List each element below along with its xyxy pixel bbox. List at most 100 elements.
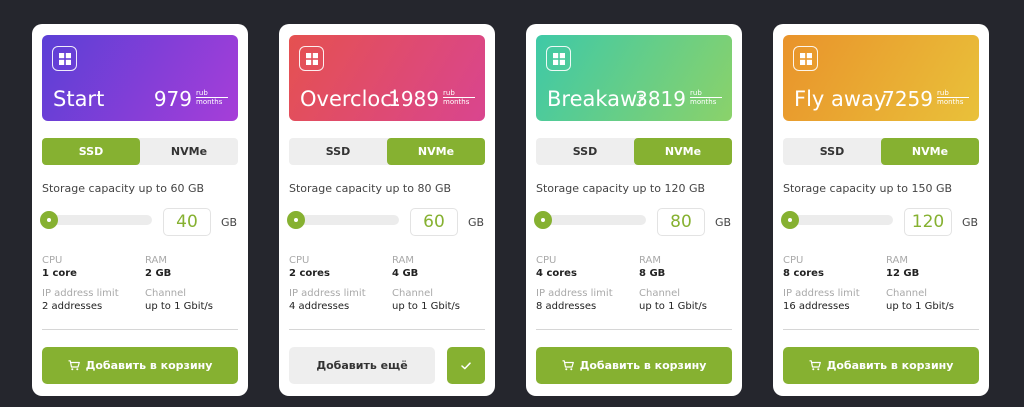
price-unit-period: months bbox=[443, 97, 475, 106]
spec-value: up to 1 Gbit/s bbox=[392, 301, 460, 312]
plan-name: Start bbox=[53, 87, 105, 111]
price-unit-currency: rub bbox=[690, 89, 702, 97]
slider-handle[interactable] bbox=[534, 211, 552, 229]
plan-cards: Start 979 rub months SSD NVMe Storage ca… bbox=[0, 0, 1024, 407]
spec-ram: RAM 2 GB bbox=[145, 254, 171, 281]
spec-label: Channel bbox=[145, 288, 187, 299]
spec-label: Channel bbox=[639, 288, 681, 299]
slider-handle[interactable] bbox=[287, 211, 305, 229]
add-to-cart-button[interactable]: Добавить в корзину bbox=[783, 347, 979, 384]
plan-header: Start 979 rub months bbox=[42, 35, 238, 121]
spec-value: 2 cores bbox=[289, 268, 330, 279]
price-unit-period: months bbox=[196, 97, 228, 106]
slider-handle[interactable] bbox=[781, 211, 799, 229]
add-more-button[interactable]: Добавить ещё bbox=[289, 347, 435, 384]
price-unit-currency: rub bbox=[196, 89, 208, 97]
price-unit-currency: rub bbox=[443, 89, 455, 97]
spec-label: Channel bbox=[392, 288, 434, 299]
storage-option-nvme[interactable]: NVMe bbox=[881, 138, 979, 165]
price-unit-currency: rub bbox=[937, 89, 949, 97]
add-to-cart-label: Добавить в корзину bbox=[826, 359, 954, 372]
plan-price: 7259 bbox=[882, 87, 933, 111]
spec-value: 4 GB bbox=[392, 268, 419, 279]
plan-price: 979 bbox=[153, 87, 192, 111]
price-unit: rub months bbox=[937, 89, 969, 106]
spec-channel: Channel up to 1 Gbit/s bbox=[392, 287, 460, 314]
storage-capacity-text: Storage capacity up to 120 GB bbox=[536, 182, 706, 195]
spec-label: CPU bbox=[536, 255, 557, 266]
storage-value-input[interactable]: 80 bbox=[657, 208, 705, 236]
spec-cpu: CPU 4 cores bbox=[536, 254, 577, 281]
slider-handle[interactable] bbox=[40, 211, 58, 229]
storage-slider[interactable] bbox=[781, 211, 893, 229]
storage-capacity-text: Storage capacity up to 80 GB bbox=[289, 182, 452, 195]
spec-value: 4 addresses bbox=[289, 301, 350, 312]
plan-price: 3819 bbox=[635, 87, 686, 111]
spec-label: IP address limit bbox=[289, 288, 366, 299]
add-to-cart-label: Добавить в корзину bbox=[579, 359, 707, 372]
spec-label: CPU bbox=[42, 255, 63, 266]
spec-channel: Channel up to 1 Gbit/s bbox=[145, 287, 213, 314]
storage-slider[interactable] bbox=[287, 211, 399, 229]
spec-value: up to 1 Gbit/s bbox=[639, 301, 707, 312]
storage-option-ssd[interactable]: SSD bbox=[42, 138, 140, 165]
storage-capacity-text: Storage capacity up to 150 GB bbox=[783, 182, 953, 195]
spec-cpu: CPU 8 cores bbox=[783, 254, 824, 281]
price-unit: rub months bbox=[690, 89, 722, 106]
storage-value-input[interactable]: 60 bbox=[410, 208, 458, 236]
spec-label: Channel bbox=[886, 288, 928, 299]
storage-option-ssd[interactable]: SSD bbox=[536, 138, 634, 165]
storage-value-input[interactable]: 120 bbox=[904, 208, 952, 236]
spec-label: RAM bbox=[886, 255, 909, 266]
divider bbox=[536, 329, 732, 330]
spec-value: up to 1 Gbit/s bbox=[886, 301, 954, 312]
storage-option-nvme[interactable]: NVMe bbox=[634, 138, 732, 165]
spec-value: 12 GB bbox=[886, 268, 920, 279]
spec-ram: RAM 8 GB bbox=[639, 254, 665, 281]
add-to-cart-button[interactable]: Добавить в корзину bbox=[536, 347, 732, 384]
storage-type-toggle: SSD NVMe bbox=[783, 138, 979, 165]
spec-value: 8 addresses bbox=[536, 301, 597, 312]
spec-label: IP address limit bbox=[783, 288, 860, 299]
spec-label: RAM bbox=[639, 255, 662, 266]
plan-card-overclocking: Overclocking 1989 rub months SSD NVMe St… bbox=[279, 24, 495, 396]
spec-value: up to 1 Gbit/s bbox=[145, 301, 213, 312]
storage-type-toggle: SSD NVMe bbox=[536, 138, 732, 165]
storage-unit: GB bbox=[715, 216, 732, 229]
storage-value-input[interactable]: 40 bbox=[163, 208, 211, 236]
storage-option-ssd[interactable]: SSD bbox=[783, 138, 881, 165]
windows-icon bbox=[299, 46, 324, 71]
storage-option-nvme[interactable]: NVMe bbox=[140, 138, 238, 165]
storage-option-ssd[interactable]: SSD bbox=[289, 138, 387, 165]
storage-unit: GB bbox=[962, 216, 979, 229]
plan-name: Overclocking bbox=[300, 87, 398, 111]
windows-icon bbox=[546, 46, 571, 71]
spec-value: 8 cores bbox=[783, 268, 824, 279]
spec-label: IP address limit bbox=[536, 288, 613, 299]
spec-label: IP address limit bbox=[42, 288, 119, 299]
storage-type-toggle: SSD NVMe bbox=[289, 138, 485, 165]
storage-slider[interactable] bbox=[40, 211, 152, 229]
divider bbox=[42, 329, 238, 330]
price-unit-period: months bbox=[690, 97, 722, 106]
spec-cpu: CPU 1 core bbox=[42, 254, 77, 281]
divider bbox=[289, 329, 485, 330]
plan-header: Breakaway 3819 rub months bbox=[536, 35, 732, 121]
storage-unit: GB bbox=[468, 216, 485, 229]
storage-slider[interactable] bbox=[534, 211, 646, 229]
spec-label: RAM bbox=[145, 255, 168, 266]
storage-type-toggle: SSD NVMe bbox=[42, 138, 238, 165]
add-to-cart-button[interactable]: Добавить в корзину bbox=[42, 347, 238, 384]
spec-label: CPU bbox=[289, 255, 310, 266]
in-cart-button[interactable] bbox=[447, 347, 485, 384]
storage-option-nvme[interactable]: NVMe bbox=[387, 138, 485, 165]
spec-value: 1 core bbox=[42, 268, 77, 279]
add-to-cart-label: Добавить в корзину bbox=[85, 359, 213, 372]
plan-card-breakaway: Breakaway 3819 rub months SSD NVMe Stora… bbox=[526, 24, 742, 396]
price-unit: rub months bbox=[196, 89, 228, 106]
plan-header: Fly away 7259 rub months bbox=[783, 35, 979, 121]
spec-ram: RAM 12 GB bbox=[886, 254, 919, 281]
price-unit-period: months bbox=[937, 97, 969, 106]
price-unit: rub months bbox=[443, 89, 475, 106]
cart-icon bbox=[562, 360, 574, 371]
